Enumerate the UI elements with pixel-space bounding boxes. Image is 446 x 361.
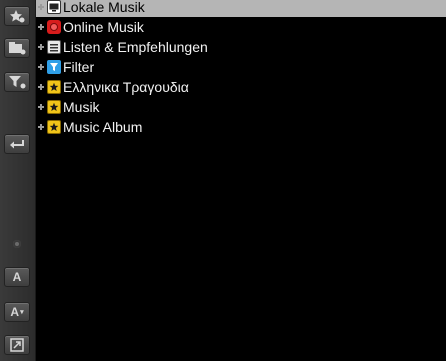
tree-item-listen-empfehlungen[interactable]: Listen & Empfehlungen xyxy=(36,37,446,57)
favorites-add-button[interactable] xyxy=(4,6,30,26)
library-tree: Lokale Musik Online Musik Listen & Empfe… xyxy=(36,0,446,361)
font-size-button[interactable]: A xyxy=(4,267,30,287)
expand-icon[interactable] xyxy=(38,124,44,130)
tree-item-lokale-musik[interactable]: Lokale Musik xyxy=(36,0,446,17)
online-music-icon xyxy=(47,20,61,34)
chevron-down-icon: ▾ xyxy=(20,309,24,316)
monitor-icon xyxy=(47,0,61,14)
folder-add-icon xyxy=(8,41,26,55)
list-icon xyxy=(47,40,61,54)
indicator-dot xyxy=(13,240,21,248)
expand-icon[interactable] xyxy=(38,64,44,70)
filter-add-icon xyxy=(8,75,26,89)
expand-icon[interactable] xyxy=(38,24,44,30)
font-size-label: A xyxy=(12,270,22,284)
pop-out-button[interactable] xyxy=(4,335,30,355)
tree-item-label: Ελληνικα Τραγουδια xyxy=(63,79,189,95)
expand-icon[interactable] xyxy=(38,104,44,110)
tree-item-online-musik[interactable]: Online Musik xyxy=(36,17,446,37)
tree-item-filter[interactable]: Filter xyxy=(36,57,446,77)
expand-icon[interactable] xyxy=(38,84,44,90)
tree-item-label: Filter xyxy=(63,59,95,75)
tree-item-label: Music Album xyxy=(63,119,143,135)
star-folder-icon xyxy=(47,80,61,94)
tree-item-ellinika-tragoudia[interactable]: Ελληνικα Τραγουδια xyxy=(36,77,446,97)
font-size-dropdown-label: A xyxy=(10,305,20,319)
tree-item-label: Online Musik xyxy=(63,19,144,35)
back-button[interactable] xyxy=(4,134,30,154)
star-folder-icon xyxy=(47,120,61,134)
tree-item-label: Lokale Musik xyxy=(63,0,145,15)
font-size-dropdown-button[interactable]: A ▾ xyxy=(4,302,30,322)
tree-item-label: Listen & Empfehlungen xyxy=(63,39,208,55)
tree-item-label: Musik xyxy=(63,99,100,115)
pop-out-icon xyxy=(10,338,24,352)
filter-add-button[interactable] xyxy=(4,72,30,92)
tree-item-musik[interactable]: Musik xyxy=(36,97,446,117)
tree-item-music-album[interactable]: Music Album xyxy=(36,117,446,137)
expand-icon[interactable] xyxy=(38,4,44,10)
expand-icon[interactable] xyxy=(38,44,44,50)
star-add-icon xyxy=(9,9,25,23)
star-folder-icon xyxy=(47,100,61,114)
folder-add-button[interactable] xyxy=(4,38,30,58)
filter-icon xyxy=(47,60,61,74)
back-icon xyxy=(9,138,25,150)
side-toolbar: A A ▾ xyxy=(0,0,36,361)
